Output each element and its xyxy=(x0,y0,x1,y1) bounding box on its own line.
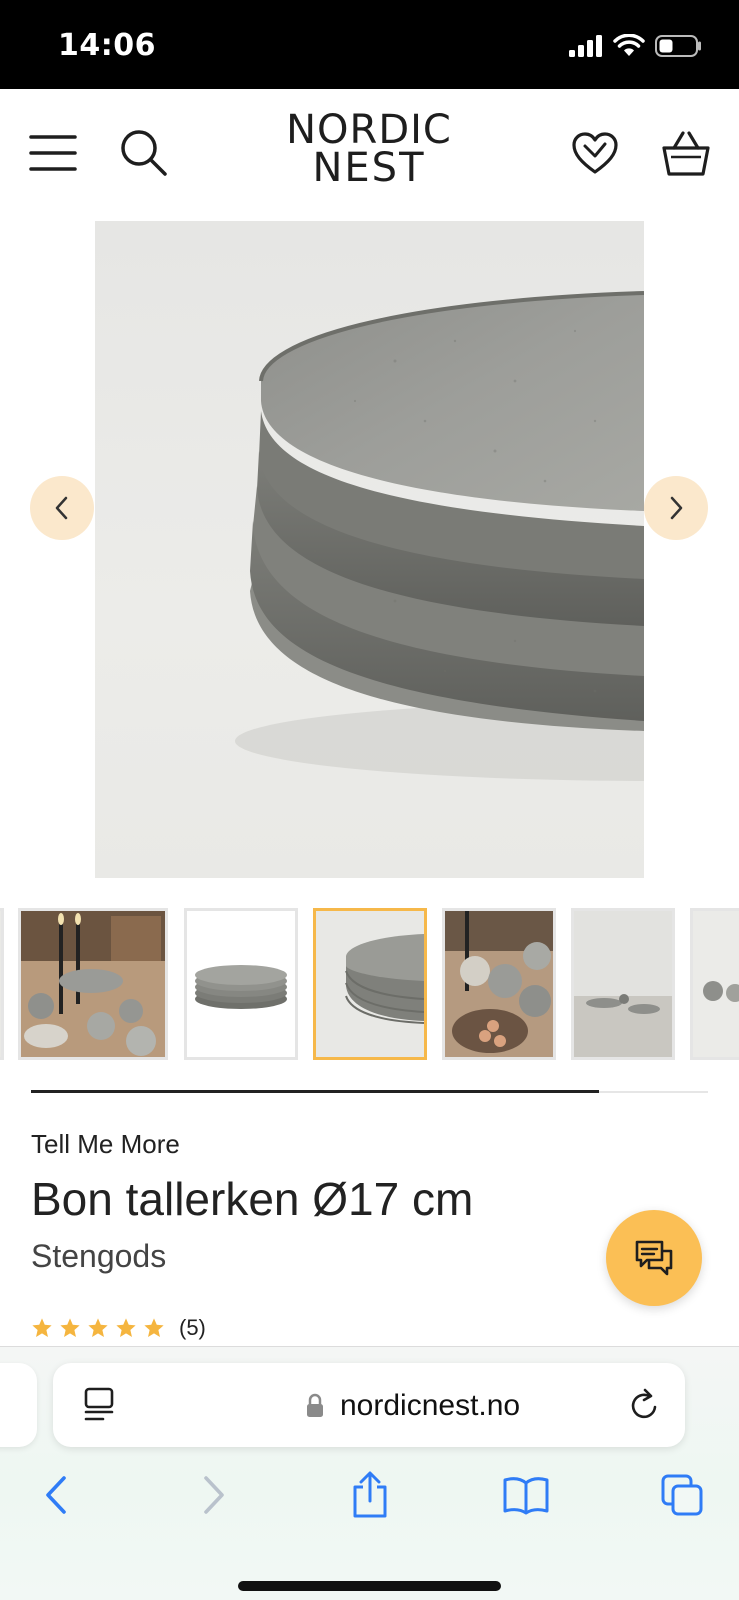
reload-icon[interactable] xyxy=(627,1387,661,1423)
star-icon xyxy=(88,1318,108,1337)
bookmarks-button[interactable] xyxy=(496,1465,556,1525)
logo-line-2: NEST xyxy=(312,145,426,191)
tabs-button[interactable] xyxy=(652,1465,712,1525)
thumbnail-4-image xyxy=(445,911,553,1057)
url-text: nordicnest.no xyxy=(340,1389,521,1422)
thumbnail-6[interactable] xyxy=(690,908,739,1060)
reader-mode-icon[interactable] xyxy=(83,1387,117,1423)
star-icon xyxy=(144,1318,164,1337)
thumbnail-5[interactable] xyxy=(571,908,675,1060)
product-image[interactable] xyxy=(95,221,644,878)
basket-icon xyxy=(662,131,710,176)
address-bar[interactable]: nordicnest.no xyxy=(53,1363,685,1447)
thumbnail-3-image xyxy=(316,911,424,1057)
status-icons xyxy=(569,34,703,58)
star-icon xyxy=(116,1318,136,1337)
share-button[interactable] xyxy=(340,1465,400,1525)
thumbnail-partial-left[interactable] xyxy=(0,908,4,1060)
wifi-icon xyxy=(613,34,645,56)
product-rating[interactable]: (5) xyxy=(31,1315,206,1341)
thumbnail-2[interactable] xyxy=(184,908,298,1060)
product-title: Bon tallerken Ø17 cm xyxy=(31,1173,474,1225)
status-bar: 14:06 xyxy=(0,0,739,89)
logo-line-1: NORDIC xyxy=(286,107,452,153)
share-icon xyxy=(353,1471,387,1518)
thumbnail-1-image xyxy=(21,911,165,1057)
product-material: Stengods xyxy=(31,1238,167,1274)
menu-button[interactable] xyxy=(28,131,78,175)
heart-icon xyxy=(572,132,618,174)
chevron-right-icon xyxy=(204,1476,224,1514)
thumbnail-1[interactable] xyxy=(18,908,168,1060)
browser-toolbar: nordicnest.no xyxy=(0,1346,739,1600)
basket-button[interactable] xyxy=(660,127,712,179)
chat-icon xyxy=(635,1240,673,1276)
thumbnail-2-image xyxy=(187,911,295,1057)
search-button[interactable] xyxy=(118,127,170,179)
status-time: 14:06 xyxy=(58,28,156,63)
cellular-signal-icon xyxy=(569,35,602,57)
thumbnail-4[interactable] xyxy=(442,908,556,1060)
product-brand[interactable]: Tell Me More xyxy=(31,1129,180,1160)
back-button[interactable] xyxy=(26,1465,86,1525)
lock-icon xyxy=(307,1393,323,1417)
thumbnail-5-image xyxy=(574,911,672,1057)
thumbnail-3[interactable] xyxy=(313,908,427,1060)
search-icon xyxy=(121,130,167,176)
menu-icon xyxy=(29,135,77,171)
chevron-left-icon xyxy=(46,1476,66,1514)
chevron-right-icon xyxy=(670,496,683,520)
tabs-icon xyxy=(661,1474,703,1516)
rating-count: (5) xyxy=(179,1315,206,1340)
plates-illustration xyxy=(235,291,644,781)
chat-button[interactable] xyxy=(606,1210,702,1306)
book-icon xyxy=(503,1477,549,1515)
thumbnail-scroll-indicator[interactable] xyxy=(31,1090,599,1093)
site-header: NORDIC NEST xyxy=(0,89,739,221)
home-indicator xyxy=(238,1581,501,1591)
battery-icon xyxy=(655,35,701,57)
carousel-prev-button[interactable] xyxy=(30,476,94,540)
thumbnail-6-image xyxy=(693,911,739,1057)
carousel-next-button[interactable] xyxy=(644,476,708,540)
forward-button[interactable] xyxy=(184,1465,244,1525)
chevron-left-icon xyxy=(55,496,68,520)
star-icon xyxy=(60,1318,80,1337)
star-icon xyxy=(32,1318,52,1337)
wishlist-button[interactable] xyxy=(570,131,620,177)
site-logo[interactable]: NORDIC NEST xyxy=(278,107,460,191)
thumbnail-strip[interactable] xyxy=(0,906,739,1062)
previous-tab-peek[interactable] xyxy=(0,1363,37,1447)
